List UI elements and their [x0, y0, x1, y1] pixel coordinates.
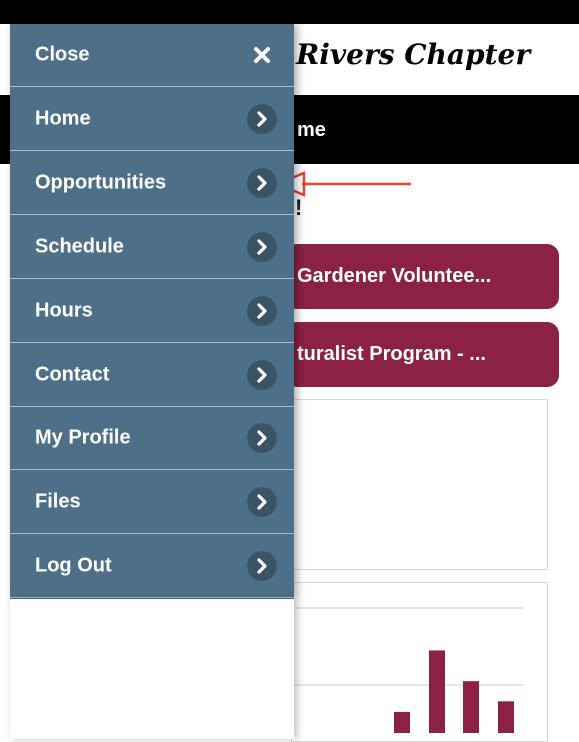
menu-item-label: Home — [35, 107, 91, 130]
menu-item-opportunities[interactable]: Opportunities — [10, 152, 294, 215]
chevron-right-icon[interactable] — [247, 359, 277, 390]
nav-bar-label: me — [297, 119, 326, 141]
chevron-right-icon[interactable] — [247, 487, 277, 518]
chevron-right-icon[interactable] — [247, 103, 277, 134]
red-arrow-annotation — [274, 171, 411, 197]
menu-item-label: Schedule — [35, 235, 124, 258]
menu-item-label: Opportunities — [35, 171, 167, 194]
chart-bar — [394, 711, 410, 733]
side-menu-empty-area — [10, 599, 294, 739]
top-strip — [0, 0, 579, 24]
menu-item-label: Hours — [35, 299, 93, 322]
chart-bar — [463, 681, 479, 733]
menu-item-label: Log Out — [35, 554, 112, 577]
menu-item-contact[interactable]: Contact — [10, 344, 294, 407]
menu-item-files[interactable]: Files — [10, 471, 294, 535]
chevron-right-icon[interactable] — [247, 167, 277, 198]
menu-item-schedule[interactable]: Schedule — [10, 216, 294, 279]
chevron-right-icon[interactable] — [247, 423, 277, 454]
menu-item-label: My Profile — [35, 426, 131, 449]
chevron-right-icon[interactable] — [247, 551, 277, 582]
site-title: Rivers Chapter — [296, 38, 531, 71]
menu-item-close[interactable]: Close — [10, 24, 294, 87]
chevron-right-icon[interactable] — [247, 295, 277, 326]
menu-item-log-out[interactable]: Log Out — [10, 535, 294, 599]
chart-bar — [498, 701, 514, 733]
chevron-right-icon[interactable] — [247, 231, 277, 262]
menu-item-my-profile[interactable]: My Profile — [10, 407, 294, 471]
content-panel — [291, 399, 548, 570]
close-icon[interactable] — [247, 40, 277, 70]
hours-bar-chart — [292, 607, 524, 733]
menu-item-label: Close — [35, 43, 90, 66]
menu-item-label: Files — [35, 490, 81, 513]
menu-item-hours[interactable]: Hours — [10, 280, 294, 343]
chart-bar — [429, 650, 445, 733]
opportunity-button-naturalist[interactable]: turalist Program - ... — [285, 322, 559, 387]
side-menu: Close Home Opportunities Schedule Hours Conta… — [10, 24, 294, 599]
menu-item-label: Contact — [35, 363, 110, 385]
menu-item-home[interactable]: Home — [10, 88, 294, 151]
opportunity-button-gardener[interactable]: Gardener Voluntee... — [285, 244, 559, 309]
